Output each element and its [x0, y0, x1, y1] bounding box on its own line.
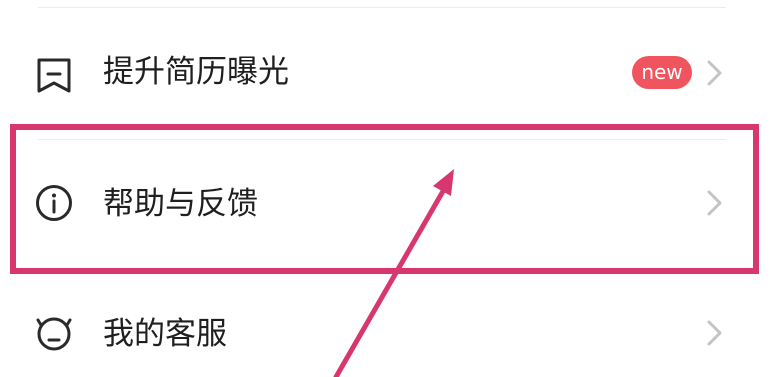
menu-item-customer-service[interactable]: 我的客服: [0, 284, 771, 377]
top-divider: [38, 7, 726, 8]
menu-item-label: 我的客服: [103, 316, 227, 352]
settings-screen: 提升简历曝光 new 帮助与反馈 我的客服: [0, 0, 771, 377]
bookmark-icon: [35, 57, 73, 95]
chevron-right-icon: [703, 58, 725, 88]
middle-divider: [38, 139, 726, 140]
info-icon: [35, 184, 73, 222]
menu-item-label: 提升简历曝光: [103, 54, 289, 90]
chevron-right-icon: [703, 318, 725, 348]
menu-item-help-feedback[interactable]: 帮助与反馈: [0, 154, 771, 254]
new-badge: new: [632, 56, 692, 89]
chevron-right-icon: [703, 188, 725, 218]
service-icon: [35, 314, 73, 352]
menu-item-label: 帮助与反馈: [103, 186, 258, 222]
menu-item-boost-resume[interactable]: 提升简历曝光 new: [0, 22, 771, 122]
